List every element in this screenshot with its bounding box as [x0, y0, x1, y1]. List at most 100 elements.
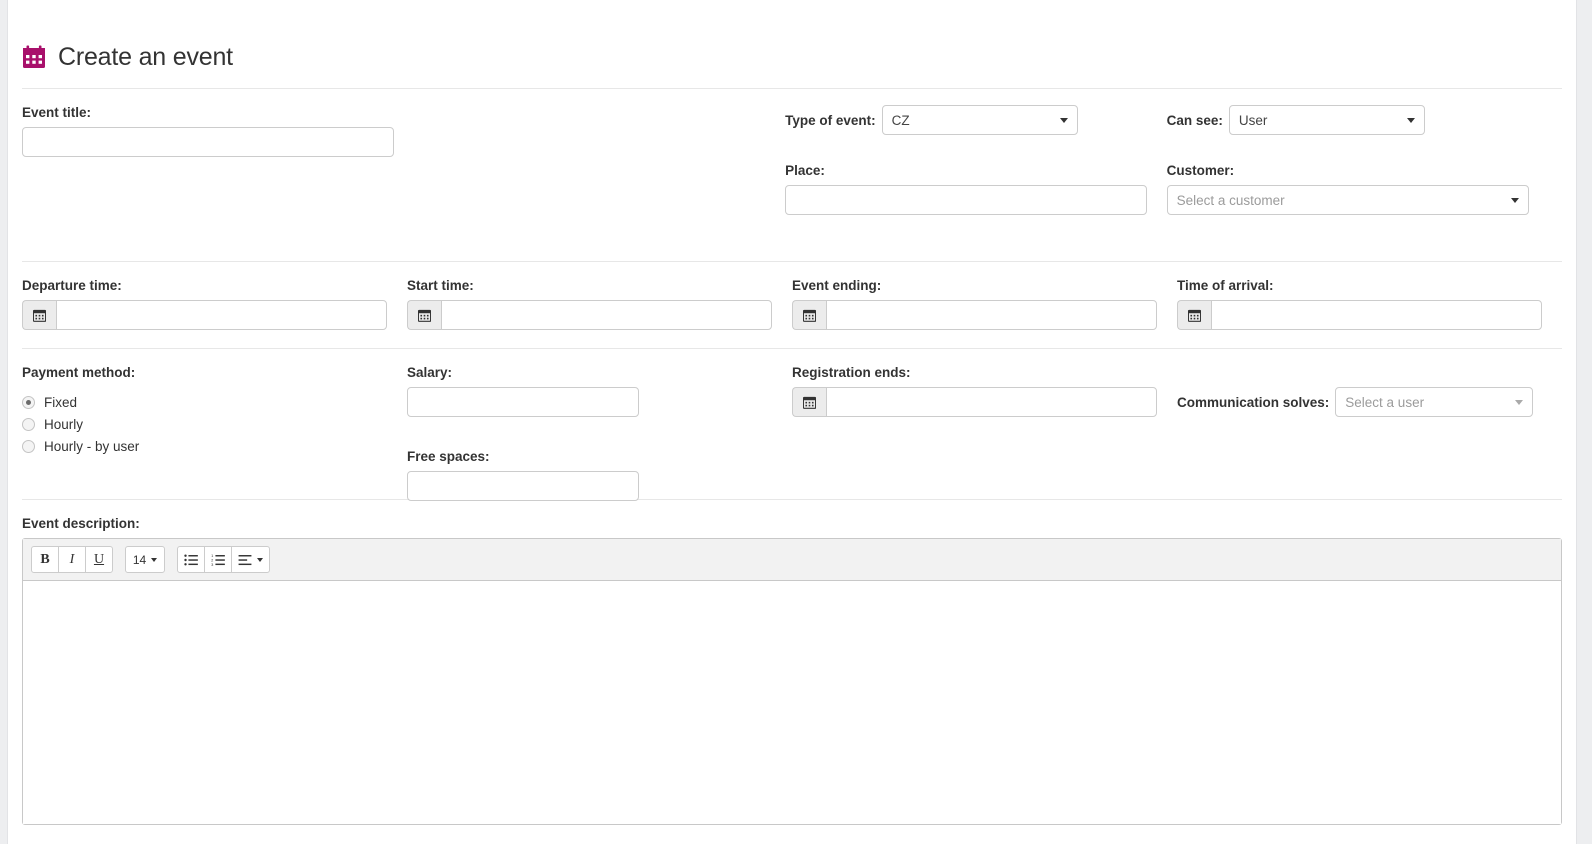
communication-solves-select[interactable]: Select a user: [1335, 387, 1534, 417]
editor-content-area[interactable]: [23, 581, 1561, 824]
radio-option-hourly[interactable]: Hourly: [22, 413, 407, 435]
field-time-of-arrival: Time of arrival:: [1177, 278, 1562, 348]
radio-hourly-by-user-indicator: [22, 439, 35, 453]
svg-text:3: 3: [211, 561, 214, 565]
time-of-arrival-calendar-button[interactable]: [1177, 300, 1211, 330]
event-description-label: Event description:: [22, 516, 140, 531]
departure-time-calendar-button[interactable]: [22, 300, 56, 330]
font-size-button-group: 14: [125, 546, 165, 573]
event-ending-input[interactable]: [826, 300, 1157, 330]
event-form-card: Create an event Event title: Type of eve…: [7, 0, 1577, 844]
salary-label: Salary:: [407, 365, 453, 380]
can-see-select[interactable]: User: [1228, 105, 1425, 135]
field-start-time: Start time:: [407, 278, 792, 348]
communication-solves-label: Communication solves:: [1177, 394, 1330, 410]
italic-button[interactable]: I: [58, 546, 86, 573]
underline-button[interactable]: U: [85, 546, 113, 573]
field-customer: Customer: Select a customer: [1166, 163, 1562, 215]
bold-button[interactable]: B: [31, 546, 59, 573]
group-salary-spaces: Salary: Free spaces:: [407, 365, 792, 501]
can-see-label: Can see:: [1166, 112, 1223, 128]
calendar-icon: [1188, 309, 1201, 322]
section-basics: Event title: Type of event: CZ Place: Ca…: [8, 89, 1576, 261]
field-event-ending: Event ending:: [792, 278, 1177, 348]
chevron-down-icon: [1515, 400, 1524, 405]
customer-label: Customer:: [1166, 163, 1235, 178]
calendar-icon: [803, 396, 816, 409]
group-type-place: Type of event: CZ Place:: [785, 105, 1167, 261]
departure-time-input[interactable]: [56, 300, 387, 330]
page-root: Create an event Event title: Type of eve…: [0, 0, 1592, 844]
ordered-list-button[interactable]: 1 2 3: [204, 546, 232, 573]
free-spaces-input[interactable]: [407, 471, 639, 501]
registration-ends-label: Registration ends:: [792, 365, 911, 380]
salary-input[interactable]: [407, 387, 639, 417]
numbered-list-icon: 1 2 3: [211, 554, 225, 566]
type-of-event-value: CZ: [891, 112, 910, 128]
section-times: Departure time: Start time: Event ending…: [8, 262, 1576, 348]
start-time-label: Start time:: [407, 278, 474, 293]
event-ending-label: Event ending:: [792, 278, 882, 293]
field-free-spaces: Free spaces:: [407, 449, 792, 501]
field-type-of-event: Type of event: CZ: [785, 105, 1167, 135]
place-input[interactable]: [785, 185, 1148, 215]
calendar-icon: [803, 309, 816, 322]
text-style-button-group: B I U: [31, 546, 113, 573]
page-header: Create an event: [8, 0, 1576, 88]
radio-hourly-indicator: [22, 417, 35, 431]
bullet-list-icon: [184, 554, 198, 565]
radio-hourly-by-user-label: Hourly - by user: [44, 438, 140, 454]
type-of-event-label: Type of event:: [785, 112, 876, 128]
list-align-button-group: 1 2 3: [177, 546, 270, 573]
calendar-icon: [23, 45, 45, 68]
event-title-input[interactable]: [22, 127, 394, 157]
time-of-arrival-label: Time of arrival:: [1177, 278, 1274, 293]
radio-fixed-indicator: [22, 395, 35, 409]
radio-option-fixed[interactable]: Fixed: [22, 391, 407, 413]
field-event-title: Event title:: [22, 105, 785, 261]
chevron-down-icon: [151, 557, 158, 562]
radio-fixed-label: Fixed: [44, 394, 78, 410]
customer-select[interactable]: Select a customer: [1166, 185, 1529, 215]
align-dropdown-button[interactable]: [231, 546, 270, 573]
start-time-calendar-button[interactable]: [407, 300, 441, 330]
chevron-down-icon: [257, 557, 263, 562]
field-salary: Salary:: [407, 365, 792, 417]
calendar-icon: [418, 309, 431, 322]
field-can-see: Can see: User: [1167, 105, 1562, 135]
radio-option-hourly-by-user[interactable]: Hourly - by user: [22, 435, 407, 457]
start-time-input[interactable]: [441, 300, 772, 330]
registration-ends-input[interactable]: [826, 387, 1157, 417]
time-of-arrival-input[interactable]: [1211, 300, 1542, 330]
field-departure-time: Departure time:: [22, 278, 407, 348]
section-description: Event description:: [8, 500, 1576, 531]
chevron-down-icon: [1406, 118, 1415, 123]
field-registration-ends: Registration ends:: [792, 365, 1177, 499]
font-size-dropdown[interactable]: 14: [125, 546, 165, 573]
page-title: Create an event: [58, 42, 233, 71]
event-title-label: Event title:: [22, 105, 92, 120]
communication-solves-value: Select a user: [1345, 394, 1425, 410]
can-see-value: User: [1238, 112, 1268, 128]
type-of-event-select[interactable]: CZ: [881, 105, 1078, 135]
chevron-down-icon: [1059, 118, 1068, 123]
editor-toolbar: B I U 14 1 2 3: [23, 539, 1561, 581]
calendar-icon: [33, 309, 46, 322]
departure-time-label: Departure time:: [22, 278, 122, 293]
field-communication-solves: Communication solves: Select a user: [1177, 365, 1562, 499]
section-payment: Payment method: Fixed Hourly Hourly - by…: [8, 349, 1576, 501]
bold-label: B: [40, 551, 50, 567]
payment-method-label: Payment method:: [22, 365, 136, 380]
underline-label: U: [93, 551, 105, 567]
align-left-icon: [238, 554, 252, 565]
chevron-down-icon: [1510, 198, 1519, 203]
radio-hourly-label: Hourly: [44, 416, 84, 432]
place-label: Place:: [785, 163, 825, 178]
free-spaces-label: Free spaces:: [407, 449, 490, 464]
event-ending-calendar-button[interactable]: [792, 300, 826, 330]
unordered-list-button[interactable]: [177, 546, 205, 573]
customer-value: Select a customer: [1176, 192, 1285, 208]
registration-ends-calendar-button[interactable]: [792, 387, 826, 417]
font-size-value: 14: [132, 552, 147, 567]
italic-label: I: [69, 551, 75, 567]
